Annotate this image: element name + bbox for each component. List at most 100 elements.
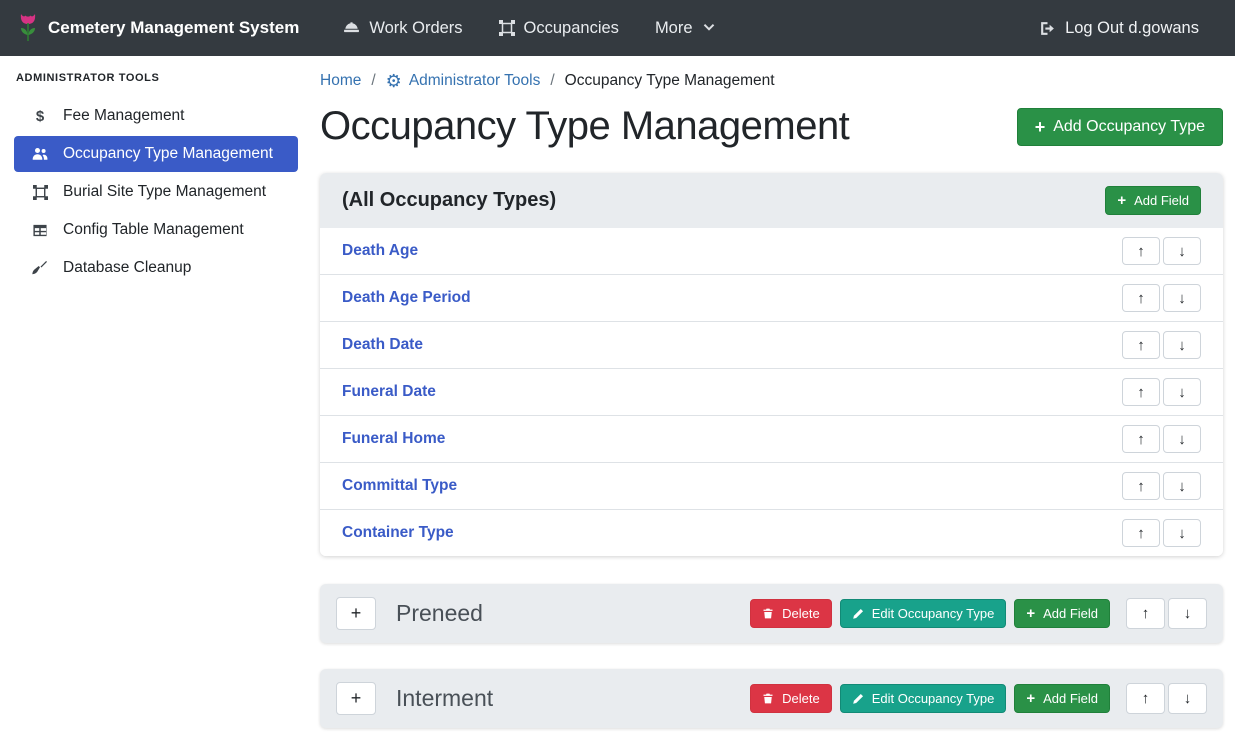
- nav-item-occupancies[interactable]: Occupancies: [481, 19, 637, 38]
- arrow-down-icon: ↓: [1178, 290, 1186, 307]
- field-link[interactable]: Container Type: [342, 524, 454, 542]
- section-title: Interment: [396, 685, 493, 712]
- sidebar-item-label: Burial Site Type Management: [63, 183, 266, 201]
- breadcrumb-separator: /: [371, 72, 375, 90]
- edit-occupancy-type-button[interactable]: Edit Occupancy Type: [840, 599, 1007, 628]
- reorder-buttons: ↑ ↓: [1126, 683, 1207, 714]
- edit-occupancy-type-button[interactable]: Edit Occupancy Type: [840, 684, 1007, 713]
- sidebar-item-label: Occupancy Type Management: [63, 145, 273, 163]
- arrow-down-icon: ↓: [1178, 337, 1186, 354]
- reorder-buttons: ↑ ↓: [1122, 284, 1201, 312]
- arrow-down-icon: ↓: [1184, 690, 1192, 707]
- arrow-down-icon: ↓: [1178, 478, 1186, 495]
- sidebar-item-burial-site-type-management[interactable]: Burial Site Type Management: [14, 174, 298, 210]
- trash-icon: [762, 607, 774, 620]
- section-actions: Delete Edit Occupancy Type + Add Field ↑: [750, 598, 1207, 629]
- sidebar-item-label: Database Cleanup: [63, 259, 191, 277]
- app-brand[interactable]: Cemetery Management System: [18, 13, 299, 43]
- arrow-down-icon: ↓: [1178, 431, 1186, 448]
- field-link[interactable]: Death Age: [342, 242, 418, 260]
- page-header: Occupancy Type Management + Add Occupanc…: [320, 104, 1223, 149]
- delete-button[interactable]: Delete: [750, 684, 832, 713]
- button-label: Add Field: [1043, 691, 1098, 706]
- sidebar-item-database-cleanup[interactable]: Database Cleanup: [14, 250, 298, 286]
- reorder-buttons: ↑ ↓: [1122, 519, 1201, 547]
- field-row: Container Type ↑ ↓: [320, 510, 1223, 556]
- field-row: Funeral Date ↑ ↓: [320, 369, 1223, 416]
- field-link[interactable]: Death Age Period: [342, 289, 471, 307]
- nav-item-label: More: [655, 19, 693, 38]
- arrow-up-icon: ↑: [1137, 243, 1145, 260]
- logout-button[interactable]: Log Out d.gowans: [1021, 19, 1217, 38]
- move-down-button[interactable]: ↓: [1168, 683, 1207, 714]
- field-row: Committal Type ↑ ↓: [320, 463, 1223, 510]
- gear-icon: ⚙: [386, 72, 402, 90]
- add-field-button[interactable]: + Add Field: [1105, 186, 1201, 215]
- delete-button[interactable]: Delete: [750, 599, 832, 628]
- chevron-down-icon: [702, 21, 716, 35]
- move-up-button[interactable]: ↑: [1126, 683, 1165, 714]
- arrow-up-icon: ↑: [1137, 337, 1145, 354]
- breadcrumb: Home / ⚙ Administrator Tools / Occupancy…: [320, 72, 1223, 90]
- all-occupancy-types-card: (All Occupancy Types) + Add Field Death …: [320, 173, 1223, 556]
- sidebar-item-label: Fee Management: [63, 107, 185, 125]
- navbar-right: Log Out d.gowans: [1021, 19, 1217, 38]
- add-field-button[interactable]: + Add Field: [1014, 684, 1110, 713]
- move-down-button[interactable]: ↓: [1163, 425, 1201, 453]
- breadcrumb-home-link[interactable]: Home: [320, 72, 361, 90]
- field-link[interactable]: Funeral Home: [342, 430, 445, 448]
- button-label: Delete: [782, 606, 820, 621]
- arrow-up-icon: ↑: [1142, 690, 1150, 707]
- expand-section-button[interactable]: +: [336, 597, 376, 630]
- field-link[interactable]: Committal Type: [342, 477, 457, 495]
- pencil-icon: [852, 608, 864, 620]
- field-link[interactable]: Death Date: [342, 336, 423, 354]
- nav-item-work-orders[interactable]: Work Orders: [325, 19, 480, 38]
- sidebar-item-config-table-management[interactable]: Config Table Management: [14, 212, 298, 248]
- arrow-up-icon: ↑: [1137, 384, 1145, 401]
- sidebar-item-occupancy-type-management[interactable]: Occupancy Type Management: [14, 136, 298, 172]
- page-title: Occupancy Type Management: [320, 104, 849, 149]
- field-link[interactable]: Funeral Date: [342, 383, 436, 401]
- top-navbar: Cemetery Management System Work Orders: [0, 0, 1235, 56]
- move-up-button[interactable]: ↑: [1122, 519, 1160, 547]
- expand-section-button[interactable]: +: [336, 682, 376, 715]
- move-up-button[interactable]: ↑: [1122, 425, 1160, 453]
- button-label: Delete: [782, 691, 820, 706]
- move-up-button[interactable]: ↑: [1122, 331, 1160, 359]
- broom-icon: [30, 260, 50, 276]
- nav-item-more[interactable]: More: [637, 19, 734, 38]
- sidebar-item-fee-management[interactable]: $ Fee Management: [14, 98, 298, 134]
- add-field-button[interactable]: + Add Field: [1014, 599, 1110, 628]
- reorder-buttons: ↑ ↓: [1122, 378, 1201, 406]
- field-row: Funeral Home ↑ ↓: [320, 416, 1223, 463]
- breadcrumb-label: Administrator Tools: [409, 72, 541, 90]
- field-row: Death Age ↑ ↓: [320, 228, 1223, 275]
- move-up-button[interactable]: ↑: [1122, 237, 1160, 265]
- arrow-down-icon: ↓: [1178, 384, 1186, 401]
- arrow-up-icon: ↑: [1142, 605, 1150, 622]
- frame-icon: [499, 20, 515, 36]
- button-label: Edit Occupancy Type: [872, 606, 995, 621]
- move-down-button[interactable]: ↓: [1163, 237, 1201, 265]
- move-down-button[interactable]: ↓: [1168, 598, 1207, 629]
- move-down-button[interactable]: ↓: [1163, 331, 1201, 359]
- move-up-button[interactable]: ↑: [1122, 472, 1160, 500]
- move-down-button[interactable]: ↓: [1163, 519, 1201, 547]
- trash-icon: [762, 692, 774, 705]
- main-content: Home / ⚙ Administrator Tools / Occupancy…: [308, 56, 1235, 738]
- card-title: (All Occupancy Types): [342, 189, 556, 212]
- move-up-button[interactable]: ↑: [1122, 284, 1160, 312]
- move-down-button[interactable]: ↓: [1163, 378, 1201, 406]
- move-up-button[interactable]: ↑: [1126, 598, 1165, 629]
- button-label: Add Field: [1134, 193, 1189, 208]
- add-occupancy-type-button[interactable]: + Add Occupancy Type: [1017, 108, 1223, 146]
- arrow-down-icon: ↓: [1184, 605, 1192, 622]
- move-up-button[interactable]: ↑: [1122, 378, 1160, 406]
- breadcrumb-admin-tools-link[interactable]: ⚙ Administrator Tools: [386, 72, 541, 90]
- logo-flower-icon: [18, 13, 38, 43]
- plus-icon: +: [1026, 606, 1035, 621]
- field-row: Death Date ↑ ↓: [320, 322, 1223, 369]
- move-down-button[interactable]: ↓: [1163, 284, 1201, 312]
- move-down-button[interactable]: ↓: [1163, 472, 1201, 500]
